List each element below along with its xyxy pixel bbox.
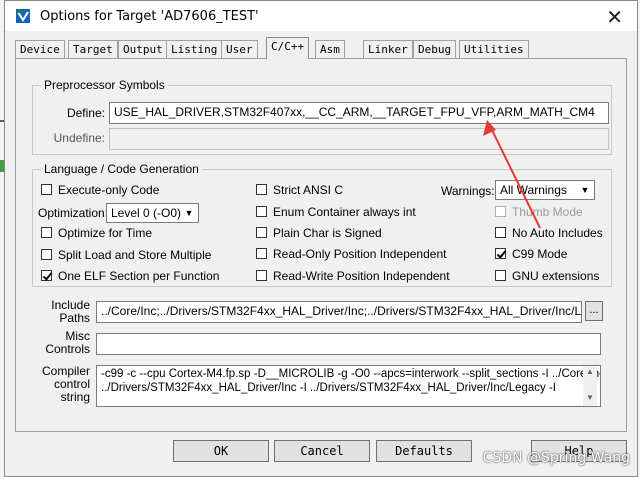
tab-linker[interactable]: Linker: [363, 40, 413, 58]
c99-mode-label: C99 Mode: [512, 247, 568, 261]
tab-output[interactable]: Output: [118, 40, 168, 58]
thumb-mode-box[interactable]: [495, 206, 506, 217]
chevron-down-icon[interactable]: ▼: [182, 206, 196, 220]
split-load-label: Split Load and Store Multiple: [58, 248, 212, 262]
execute-only-box[interactable]: [41, 184, 52, 195]
c99-mode-box[interactable]: [495, 248, 506, 259]
strict-ansi-label: Strict ANSI C: [273, 183, 344, 197]
csdn-watermark: CSDN @Spring-Wang: [482, 450, 630, 466]
include-paths-label: Include Paths: [24, 299, 90, 325]
readwrite-pi-label: Read-Write Position Independent: [273, 269, 450, 283]
misc-controls-field[interactable]: [96, 333, 601, 355]
compiler-control-field[interactable]: -c99 -c --cpu Cortex-M4.fp.sp -D__MICROL…: [96, 365, 601, 407]
include-label-line2: Paths: [59, 311, 90, 325]
compiler-line2: ../Drivers/STM32F4xx_HAL_Driver/Inc -I .…: [101, 382, 557, 394]
execute-only-checkbox[interactable]: Execute-only Code: [41, 183, 159, 197]
tab-user[interactable]: User: [221, 40, 258, 58]
compiler-label-line3: string: [60, 390, 90, 404]
thumb-mode-label: Thumb Mode: [512, 205, 583, 219]
no-auto-includes-checkbox[interactable]: No Auto Includes: [495, 226, 603, 240]
undefine-label: Undefine:: [53, 131, 105, 145]
close-icon[interactable]: ✕: [606, 5, 623, 29]
gnu-extensions-checkbox[interactable]: GNU extensions: [495, 269, 599, 283]
warnings-label: Warnings:: [441, 184, 495, 198]
tab-device[interactable]: Device: [15, 40, 65, 58]
tab-asm[interactable]: Asm: [315, 40, 345, 58]
language-title: Language / Code Generation: [41, 162, 202, 176]
c-cpp-panel: Preprocessor Symbols Define: USE_HAL_DRI…: [15, 58, 627, 432]
strict-ansi-box[interactable]: [256, 184, 267, 195]
scroll-track[interactable]: [583, 378, 597, 392]
thumb-mode-checkbox[interactable]: Thumb Mode: [495, 205, 583, 219]
tab-target[interactable]: Target: [68, 40, 118, 58]
defaults-button[interactable]: Defaults: [376, 440, 472, 462]
scroll-up-icon[interactable]: ▲: [583, 366, 597, 378]
ok-button[interactable]: OK: [173, 440, 269, 462]
gnu-extensions-label: GNU extensions: [512, 269, 600, 283]
options-dialog: Options for Target 'AD7606_TEST' ✕ Devic…: [4, 0, 638, 477]
tab-c-cpp[interactable]: C/C++: [266, 37, 310, 59]
preprocessor-group: Preprocessor Symbols Define: USE_HAL_DRI…: [32, 78, 612, 155]
readonly-pi-checkbox[interactable]: Read-Only Position Independent: [256, 247, 446, 261]
c99-mode-checkbox[interactable]: C99 Mode: [495, 247, 567, 261]
optimize-time-box[interactable]: [41, 227, 52, 238]
window-title: Options for Target 'AD7606_TEST': [40, 9, 259, 24]
readwrite-pi-checkbox[interactable]: Read-Write Position Independent: [256, 269, 450, 283]
optimize-time-label: Optimize for Time: [58, 226, 153, 240]
one-elf-box[interactable]: [41, 270, 52, 281]
preprocessor-title: Preprocessor Symbols: [41, 78, 168, 92]
scroll-down-icon[interactable]: ▼: [583, 392, 597, 404]
include-browse-button[interactable]: ...: [585, 301, 603, 321]
readwrite-pi-box[interactable]: [256, 270, 267, 281]
gnu-extensions-box[interactable]: [495, 270, 506, 281]
title-bar: Options for Target 'AD7606_TEST' ✕: [5, 1, 637, 31]
no-auto-includes-box[interactable]: [495, 227, 506, 238]
warnings-select[interactable]: All Warnings ▼: [495, 180, 595, 200]
readonly-pi-label: Read-Only Position Independent: [273, 247, 447, 261]
language-group: Language / Code Generation Execute-only …: [32, 162, 612, 287]
optimization-value: Level 0 (-O0): [111, 206, 182, 220]
chevron-down-icon[interactable]: ▼: [578, 183, 592, 197]
plain-char-checkbox[interactable]: Plain Char is Signed: [256, 226, 382, 240]
undefine-field[interactable]: [109, 128, 609, 150]
compiler-control-label: Compiler control string: [24, 365, 90, 404]
compiler-scrollbar[interactable]: ▲ ▼: [583, 366, 597, 406]
split-load-checkbox[interactable]: Split Load and Store Multiple: [41, 248, 211, 262]
misc-label-line2: Controls: [45, 342, 90, 356]
optimize-time-checkbox[interactable]: Optimize for Time: [41, 226, 152, 240]
one-elf-checkbox[interactable]: One ELF Section per Function: [41, 269, 219, 283]
no-auto-includes-label: No Auto Includes: [512, 226, 603, 240]
enum-container-label: Enum Container always int: [273, 205, 416, 219]
compiler-line1: -c99 -c --cpu Cortex-M4.fp.sp -D__MICROL…: [101, 368, 601, 380]
split-load-box[interactable]: [41, 249, 52, 260]
define-label: Define:: [66, 106, 105, 120]
optimization-select[interactable]: Level 0 (-O0) ▼: [106, 203, 199, 223]
warnings-value: All Warnings: [500, 183, 567, 197]
tab-utilities[interactable]: Utilities: [459, 40, 529, 58]
enum-container-box[interactable]: [256, 206, 267, 217]
enum-container-checkbox[interactable]: Enum Container always int: [256, 205, 416, 219]
optimization-label: Optimization:: [38, 206, 109, 220]
readonly-pi-box[interactable]: [256, 248, 267, 259]
plain-char-label: Plain Char is Signed: [273, 226, 382, 240]
execute-only-label: Execute-only Code: [58, 183, 160, 197]
tab-listing[interactable]: Listing: [166, 40, 223, 58]
cancel-button[interactable]: Cancel: [274, 440, 370, 462]
one-elf-label: One ELF Section per Function: [58, 269, 220, 283]
strict-ansi-checkbox[interactable]: Strict ANSI C: [256, 183, 343, 197]
misc-controls-label: Misc Controls: [24, 330, 90, 356]
tab-debug[interactable]: Debug: [413, 40, 457, 58]
define-field[interactable]: USE_HAL_DRIVER,STM32F407xx,__CC_ARM,__TA…: [109, 102, 609, 124]
plain-char-box[interactable]: [256, 227, 267, 238]
keil-app-icon: [16, 9, 30, 23]
include-paths-field[interactable]: ../Core/Inc;../Drivers/STM32F4xx_HAL_Dri…: [96, 301, 582, 323]
